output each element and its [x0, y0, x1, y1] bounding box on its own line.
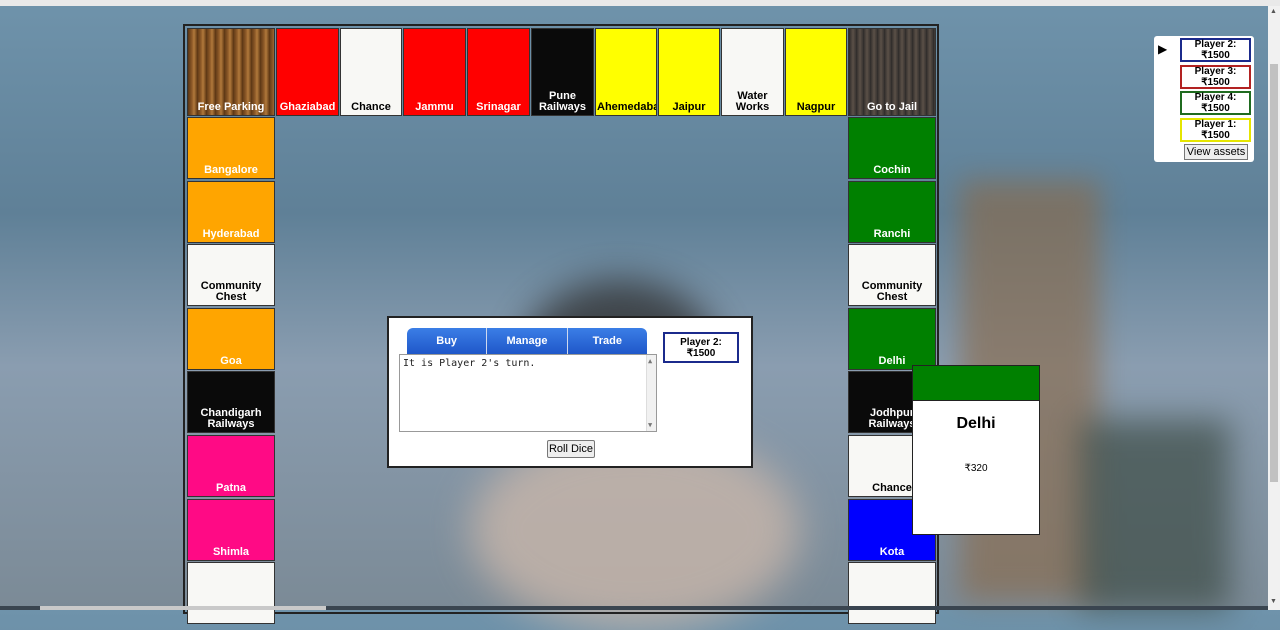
board-space-go-to-jail[interactable]: Go to Jail	[848, 28, 936, 116]
scroll-down-icon[interactable]: ▼	[648, 421, 652, 429]
property-card-price: ₹320	[964, 463, 988, 474]
board-space-label: Pune Railways	[538, 90, 587, 113]
scroll-up-icon[interactable]: ▲	[1270, 8, 1277, 15]
board-space-delhi[interactable]: Delhi	[848, 307, 936, 370]
tab-manage[interactable]: Manage	[487, 328, 568, 354]
board-space-empty[interactable]	[187, 562, 275, 625]
scroll-up-icon[interactable]: ▲	[648, 357, 652, 365]
board-space-water-works[interactable]: Water Works	[721, 28, 784, 116]
board-space-label: Chance	[872, 482, 912, 494]
property-card-title: Delhi	[956, 415, 996, 432]
message-scrollbar[interactable]: ▲ ▼	[646, 355, 656, 431]
board-space-label: Chandigarh Railways	[200, 407, 262, 431]
board-space-label: Shimla	[212, 545, 250, 558]
board-space-label: Delhi	[878, 354, 906, 367]
view-assets-button[interactable]: View assets	[1184, 144, 1248, 160]
board-space-goa[interactable]: Goa	[187, 307, 275, 370]
board-space-nagpur[interactable]: Nagpur	[785, 28, 847, 116]
action-tabs: Buy Manage Trade	[407, 328, 647, 354]
player-box[interactable]: Player 1: ₹1500	[1180, 117, 1251, 142]
scrollbar-thumb[interactable]	[1270, 64, 1278, 482]
board-space-community-chest[interactable]: Community Chest	[187, 244, 275, 307]
board-space-label: Water Works	[735, 90, 770, 113]
players-panel: ▶ Player 2: ₹1500 Player 3: ₹1500 Player 4: ₹…	[1154, 36, 1254, 162]
board-space-label: Jaipur	[672, 101, 706, 113]
message-text: It is Player 2's turn.	[403, 358, 536, 369]
player-money: ₹1500	[1201, 50, 1230, 61]
player-money: ₹1500	[1201, 103, 1230, 115]
board-space-label: Patna	[216, 482, 246, 494]
board-space-label: Hyderabad	[202, 227, 260, 240]
player-money: ₹1500	[1201, 129, 1230, 141]
board-space-label: Srinagar	[476, 101, 521, 113]
board-space-ghaziabad[interactable]: Ghaziabad	[276, 28, 339, 116]
player-name: Player 1:	[1194, 118, 1237, 130]
player-box[interactable]: Player 2: ₹1500	[1180, 38, 1251, 62]
page-scrollbar[interactable]: ▲ ▼	[1268, 6, 1280, 610]
board-space-label: Free Parking	[197, 101, 265, 113]
board-space-patna[interactable]: Patna	[187, 435, 275, 497]
browser-top-strip	[0, 0, 1280, 6]
board-space-label: Kota	[879, 545, 905, 558]
player-name: Player 2:	[1194, 39, 1237, 50]
control-panel: Buy Manage Trade It is Player 2's turn. …	[387, 316, 753, 468]
board-space-label: Chance	[351, 101, 391, 113]
player-box[interactable]: Player 4: ₹1500	[1180, 91, 1251, 116]
board-space-label: Community Chest	[861, 280, 923, 304]
board-space-label: Bangalore	[204, 164, 258, 176]
player-name: Player 3:	[1194, 65, 1237, 77]
message-log[interactable]: It is Player 2's turn. ▲ ▼	[399, 354, 657, 432]
board-space-pune-railways[interactable]: Pune Railways	[531, 28, 594, 116]
current-player-box: Player 2: ₹1500	[663, 332, 739, 363]
board-space-chance[interactable]: Chance	[340, 28, 402, 116]
current-player-name: Player 2:	[680, 336, 722, 348]
board-space-label: Goa	[220, 354, 242, 367]
board-space-community-chest[interactable]: Community Chest	[848, 244, 936, 307]
board-space-label: Cochin	[873, 164, 911, 176]
tab-trade[interactable]: Trade	[568, 328, 647, 354]
board-space-label: Ranchi	[873, 227, 911, 240]
board-space-cochin[interactable]: Cochin	[848, 117, 936, 179]
board-space-jammu[interactable]: Jammu	[403, 28, 466, 116]
property-card: Delhi ₹320	[912, 365, 1040, 535]
board-space-bangalore[interactable]: Bangalore	[187, 117, 275, 179]
board-space-label: Jammu	[415, 101, 454, 113]
horizontal-scroll-thumb[interactable]	[40, 606, 326, 610]
player-box[interactable]: Player 3: ₹1500	[1180, 64, 1251, 89]
player-money: ₹1500	[1201, 76, 1230, 88]
player-name: Player 4:	[1194, 92, 1237, 104]
board-space-jaipur[interactable]: Jaipur	[658, 28, 720, 116]
scroll-down-icon[interactable]: ▼	[1270, 598, 1277, 605]
board-space-empty[interactable]	[848, 562, 936, 625]
current-player-money: ₹1500	[686, 347, 716, 359]
tab-buy[interactable]: Buy	[407, 328, 488, 354]
turn-arrow-icon: ▶	[1158, 42, 1168, 56]
board-space-label: Ghaziabad	[279, 101, 336, 113]
board-space-chandigarh-railways[interactable]: Chandigarh Railways	[187, 371, 275, 434]
board-space-shimla[interactable]: Shimla	[187, 498, 275, 561]
roll-dice-button[interactable]: Roll Dice	[547, 440, 595, 458]
board-space-hyderabad[interactable]: Hyderabad	[187, 180, 275, 243]
board-space-label: Nagpur	[796, 101, 836, 113]
board-space-free-parking[interactable]: Free Parking	[187, 28, 275, 116]
board-space-ahemedabad[interactable]: Ahemedabad	[595, 28, 657, 116]
board-space-label: Ahemedabad	[597, 101, 656, 113]
board-space-ranchi[interactable]: Ranchi	[848, 180, 936, 243]
board-space-label: Community Chest	[200, 280, 262, 304]
property-card-color-band	[913, 366, 1039, 401]
board-space-srinagar[interactable]: Srinagar	[467, 28, 530, 116]
board-space-label: Go to Jail	[866, 101, 918, 113]
